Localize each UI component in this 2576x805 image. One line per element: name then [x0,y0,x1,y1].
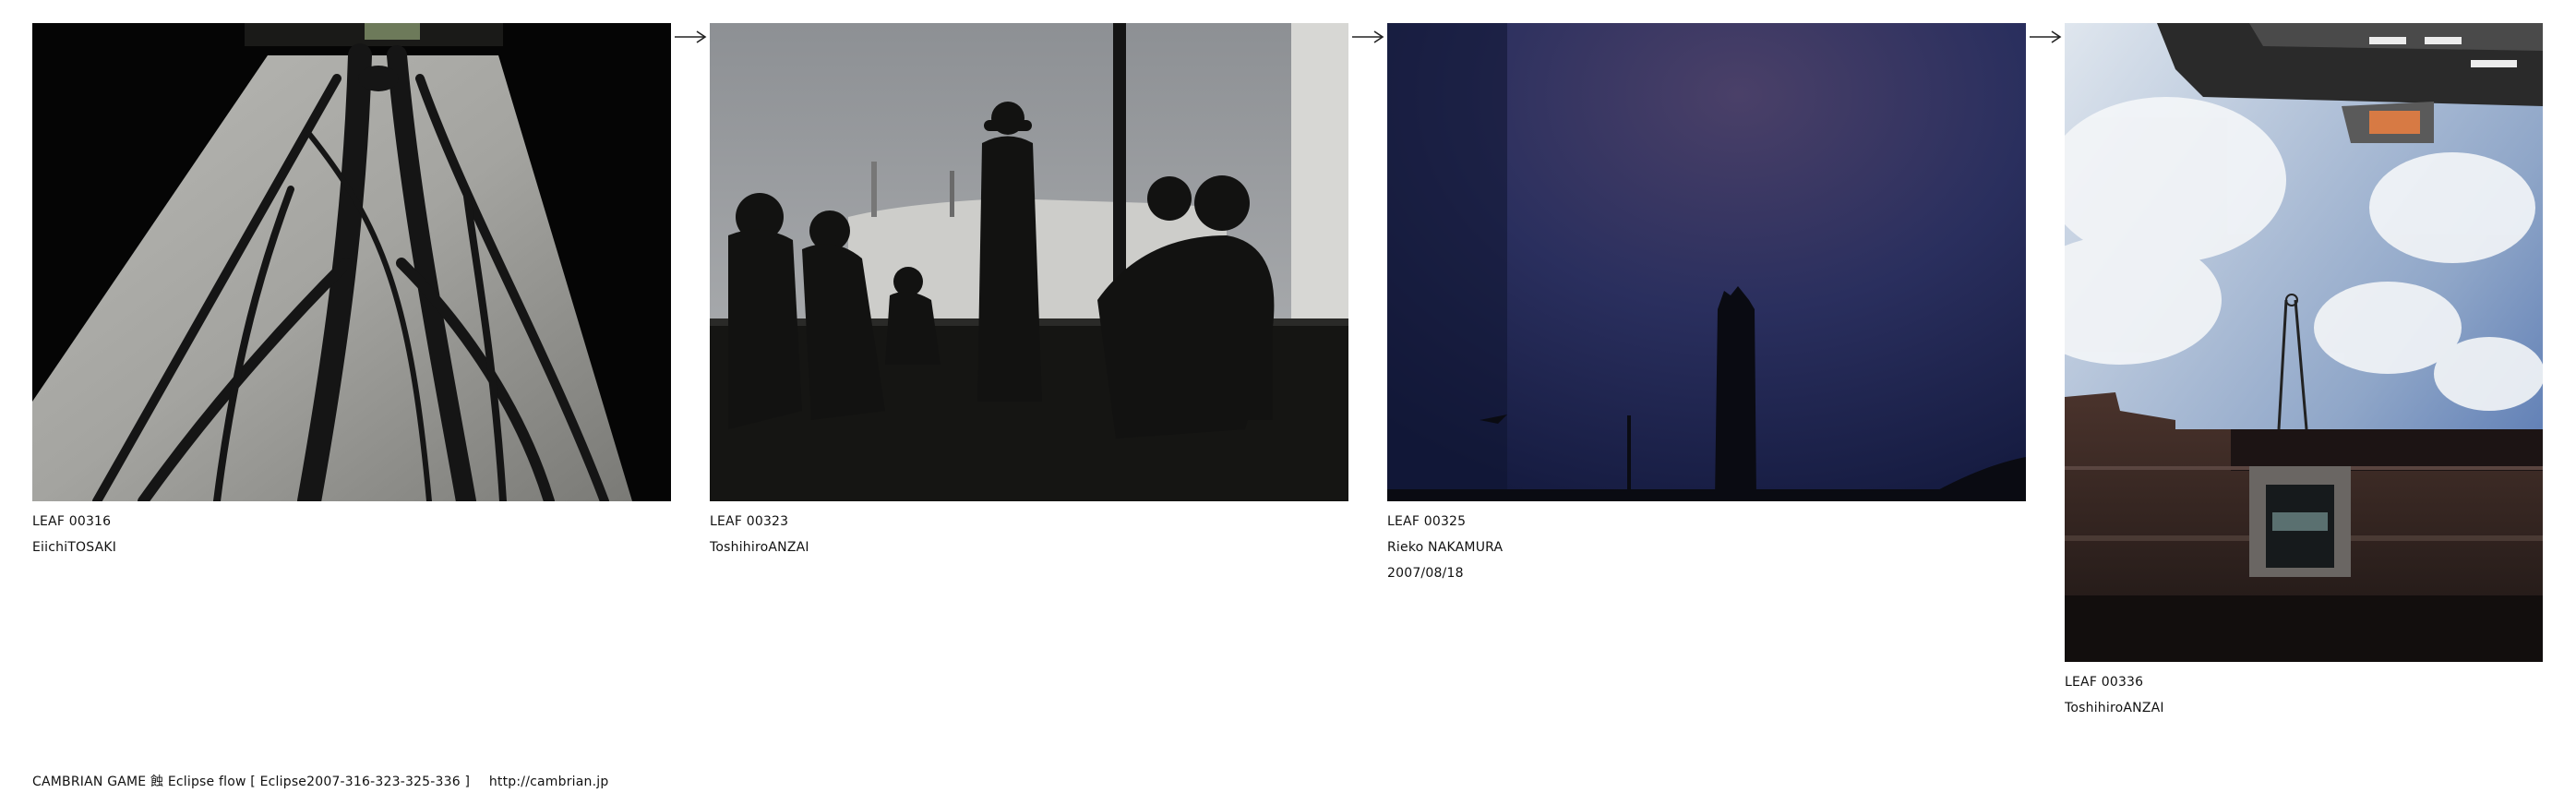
leaf-card: LEAF 00316 EiichiTOSAKI [32,23,671,560]
leaf-card: LEAF 00323 ToshihiroANZAI [710,23,1348,560]
flow-arrow-icon [2028,23,2063,51]
leaf-author[interactable]: ToshihiroANZAI [2065,695,2543,721]
footer-title: CAMBRIAN GAME 蝕 Eclipse flow [ Eclipse20… [32,775,471,789]
leaf-id: LEAF 00316 [32,514,112,529]
leaf-caption: LEAF 00316 EiichiTOSAKI [32,509,671,560]
leaf-date: 2007/08/18 [1387,566,1464,581]
leaf-author[interactable]: EiichiTOSAKI [32,535,671,560]
leaf-author[interactable]: ToshihiroANZAI [710,535,1348,560]
leaf-photo-shadows[interactable] [32,23,671,501]
leaf-photo-silhouettes[interactable] [710,23,1348,501]
leaf-id: LEAF 00325 [1387,514,1467,529]
footer-url-link[interactable]: http://cambrian.jp [489,775,609,789]
footer: CAMBRIAN GAME 蝕 Eclipse flow [ Eclipse20… [32,772,623,790]
leaf-card: LEAF 00336 ToshihiroANZAI [2065,23,2543,721]
leaf-caption: LEAF 00325 Rieko NAKAMURA 2007/08/18 [1387,509,2026,586]
leaf-photo-sky-building[interactable] [2065,23,2543,662]
flow-arrow-icon [673,23,708,51]
leaf-card: LEAF 00325 Rieko NAKAMURA 2007/08/18 [1387,23,2026,586]
leaf-caption: LEAF 00336 ToshihiroANZAI [2065,669,2543,721]
leaf-id: LEAF 00323 [710,514,789,529]
leaf-caption: LEAF 00323 ToshihiroANZAI [710,509,1348,560]
leaf-id: LEAF 00336 [2065,675,2144,690]
leaf-author[interactable]: Rieko NAKAMURA [1387,535,2026,560]
leaf-photo-tower-dusk[interactable] [1387,23,2026,501]
flow-arrow-icon [1350,23,1385,51]
